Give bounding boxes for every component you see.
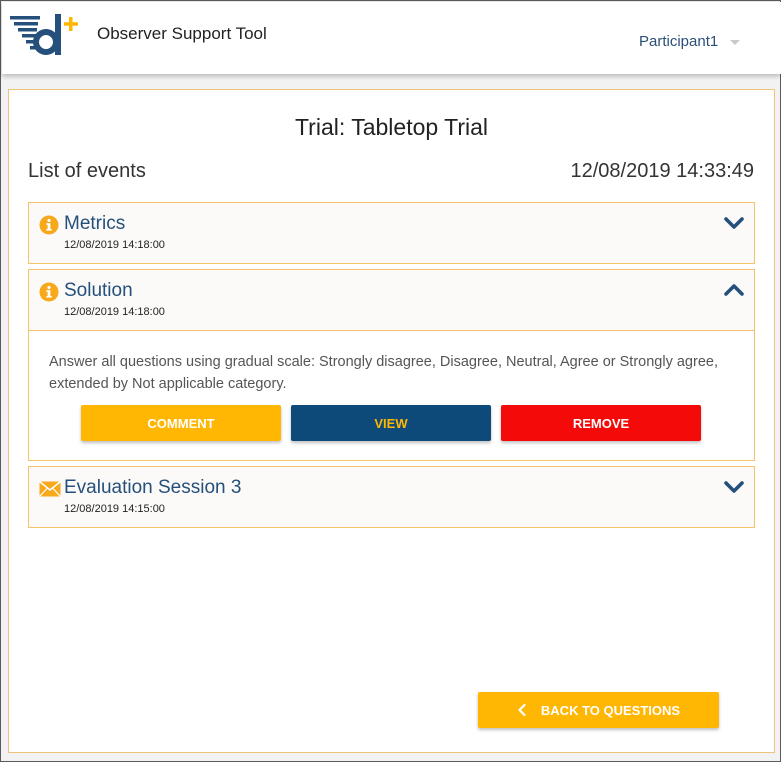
event-header[interactable]: Solution 12/08/2019 14:18:00 xyxy=(29,270,754,330)
event-panel-metrics: Metrics 12/08/2019 14:18:00 xyxy=(28,202,755,264)
user-menu[interactable]: Participant1 xyxy=(639,33,741,50)
chevron-up-icon[interactable] xyxy=(724,282,744,298)
event-body: Answer all questions using gradual scale… xyxy=(29,330,754,460)
caret-down-icon[interactable] xyxy=(730,40,741,45)
event-header[interactable]: Metrics 12/08/2019 14:18:00 xyxy=(29,203,754,263)
envelope-icon xyxy=(39,481,61,497)
event-panel-solution: Solution 12/08/2019 14:18:00 Answer all … xyxy=(28,269,755,461)
event-date: 12/08/2019 14:15:00 xyxy=(64,503,165,515)
current-time: 12/08/2019 14:33:49 xyxy=(570,160,754,182)
chevron-down-icon[interactable] xyxy=(724,479,744,495)
back-to-questions-button[interactable]: BACK TO QUESTIONS xyxy=(478,692,719,728)
event-panel-evaluation: Evaluation Session 3 12/08/2019 14:15:00 xyxy=(28,466,755,528)
app-title: Observer Support Tool xyxy=(97,24,267,43)
chevron-left-icon xyxy=(518,704,526,716)
info-icon xyxy=(39,215,59,235)
event-header[interactable]: Evaluation Session 3 12/08/2019 14:15:00 xyxy=(29,467,754,527)
event-date: 12/08/2019 14:18:00 xyxy=(64,239,165,251)
app-header: Observer Support Tool Participant1 xyxy=(2,2,781,74)
user-name[interactable]: Participant1 xyxy=(639,33,718,50)
info-icon xyxy=(39,282,59,302)
event-title: Metrics xyxy=(64,213,126,234)
event-description: Answer all questions using gradual scale… xyxy=(49,354,718,392)
comment-button[interactable]: COMMENT xyxy=(81,405,281,441)
back-button-label: BACK TO QUESTIONS xyxy=(540,702,681,718)
event-date: 12/08/2019 14:18:00 xyxy=(64,306,165,318)
remove-button[interactable]: REMOVE xyxy=(501,405,701,441)
app-logo xyxy=(10,14,78,56)
chevron-down-icon[interactable] xyxy=(724,215,744,231)
view-button[interactable]: VIEW xyxy=(291,405,491,441)
main-panel: Trial: Tabletop Trial List of events 12/… xyxy=(8,89,775,753)
event-title: Solution xyxy=(64,280,133,301)
app-window: Observer Support Tool Participant1 Trial… xyxy=(0,0,781,762)
event-title: Evaluation Session 3 xyxy=(64,477,242,498)
page-title: Trial: Tabletop Trial xyxy=(294,114,489,140)
section-title: List of events xyxy=(28,160,146,182)
